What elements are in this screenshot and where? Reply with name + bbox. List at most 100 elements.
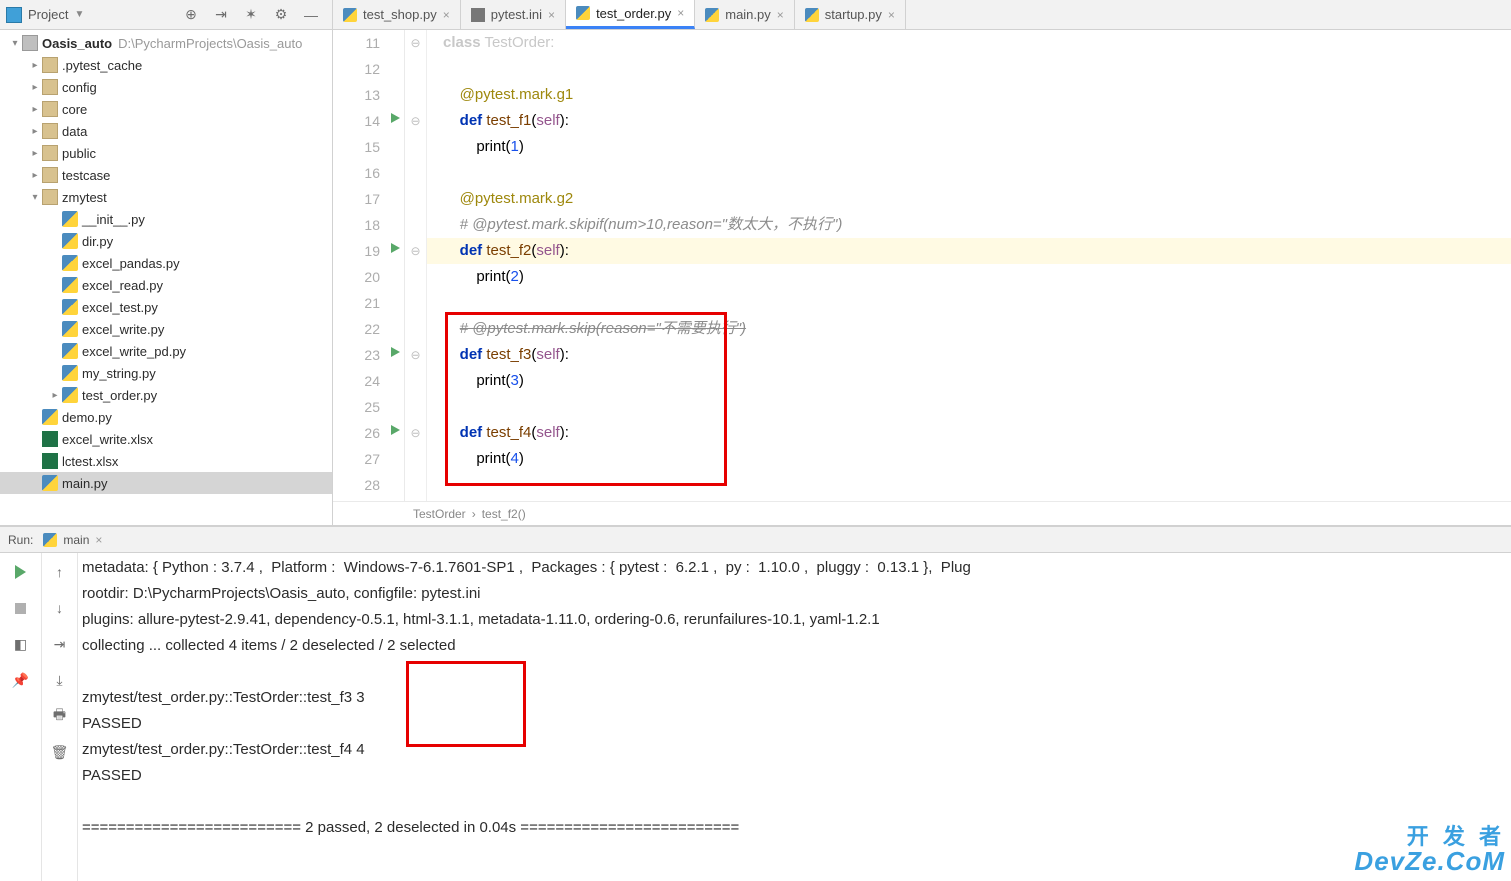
code-line[interactable] — [427, 394, 1511, 420]
tree-file[interactable]: demo.py — [0, 406, 332, 428]
chevron-icon[interactable]: ▸ — [28, 60, 42, 71]
chevron-icon[interactable]: ▸ — [28, 170, 42, 181]
close-icon[interactable]: × — [95, 533, 102, 547]
project-pane-label[interactable]: Project — [28, 7, 68, 22]
python-file-icon — [576, 6, 590, 20]
code-line[interactable]: print(2) — [427, 264, 1511, 290]
code-editor[interactable]: 111213141516171819202122232425262728 ⊖⊖⊖… — [333, 30, 1511, 501]
print-icon[interactable]: 🖶 — [51, 707, 69, 725]
tree-file[interactable]: lctest.xlsx — [0, 450, 332, 472]
down-icon[interactable]: ↓ — [51, 599, 69, 617]
tree-file[interactable]: dir.py — [0, 230, 332, 252]
project-tree[interactable]: ▾Oasis_autoD:\PycharmProjects\Oasis_auto… — [0, 30, 332, 525]
tree-file[interactable]: excel_write.py — [0, 318, 332, 340]
tree-file[interactable]: __init__.py — [0, 208, 332, 230]
close-icon[interactable]: × — [548, 8, 555, 22]
code-line[interactable]: class TestOrder: — [427, 30, 1511, 56]
trash-icon[interactable]: 🗑 — [51, 743, 69, 761]
code-line[interactable]: def test_f4(self): — [427, 420, 1511, 446]
tree-folder-zmytest[interactable]: ▾zmytest — [0, 186, 332, 208]
collapse-icon[interactable]: ✶ — [242, 6, 260, 24]
code-line[interactable]: print(3) — [427, 368, 1511, 394]
code-line[interactable]: def test_f3(self): — [427, 342, 1511, 368]
project-pane-icon — [6, 7, 22, 23]
code-line[interactable]: # @pytest.mark.skip(reason="不需要执行") — [427, 316, 1511, 342]
tree-folder[interactable]: ▸data — [0, 120, 332, 142]
up-icon[interactable]: ↑ — [51, 563, 69, 581]
pin-icon[interactable]: 📌 — [12, 671, 30, 689]
rerun-icon[interactable] — [12, 563, 30, 581]
expand-icon[interactable]: ⇥ — [212, 6, 230, 24]
tree-file[interactable]: excel_test.py — [0, 296, 332, 318]
code-line[interactable]: print(1) — [427, 134, 1511, 160]
chevron-icon[interactable]: ▸ — [28, 82, 42, 93]
tree-folder[interactable]: ▸core — [0, 98, 332, 120]
console-line: metadata: { Python : 3.7.4 , Platform : … — [82, 555, 1511, 581]
chevron-icon[interactable]: ▸ — [28, 126, 42, 137]
run-gutter-icon[interactable] — [391, 243, 400, 253]
code-line[interactable] — [427, 56, 1511, 82]
python-file-icon — [62, 299, 78, 315]
code-body[interactable]: class TestOrder: @pytest.mark.g1 def tes… — [427, 30, 1511, 501]
run-label: Run: — [8, 533, 33, 547]
tree-root[interactable]: ▾Oasis_autoD:\PycharmProjects\Oasis_auto — [0, 32, 332, 54]
python-file-icon — [62, 277, 78, 293]
code-line[interactable]: print(4) — [427, 446, 1511, 472]
code-line[interactable]: def test_f1(self): — [427, 108, 1511, 134]
scroll-to-end-icon[interactable]: ⤓ — [51, 671, 69, 689]
tree-file[interactable]: excel_pandas.py — [0, 252, 332, 274]
locate-icon[interactable]: ⊕ — [182, 6, 200, 24]
close-icon[interactable]: × — [888, 8, 895, 22]
code-line[interactable]: @pytest.mark.g2 — [427, 186, 1511, 212]
chevron-down-icon[interactable]: ▼ — [74, 9, 84, 20]
stop-icon[interactable] — [12, 599, 30, 617]
tab-test_order-py[interactable]: test_order.py × — [566, 0, 695, 29]
chevron-icon[interactable]: ▾ — [28, 192, 42, 203]
run-config-name[interactable]: main — [63, 533, 89, 547]
tab-pytest-ini[interactable]: pytest.ini× — [461, 0, 566, 29]
close-icon[interactable]: × — [677, 6, 684, 20]
chevron-icon[interactable]: ▾ — [8, 38, 22, 49]
code-line[interactable] — [427, 472, 1511, 498]
tab-test_shop-py[interactable]: test_shop.py× — [333, 0, 461, 29]
run-gutter-icon[interactable] — [391, 113, 400, 123]
line-gutter: 111213141516171819202122232425262728 — [333, 30, 405, 501]
hide-icon[interactable]: — — [302, 6, 320, 24]
code-line[interactable]: @pytest.mark.g1 — [427, 82, 1511, 108]
tree-folder[interactable]: ▸testcase — [0, 164, 332, 186]
tree-file[interactable]: excel_write_pd.py — [0, 340, 332, 362]
run-tool-window: Run: main × ◧ 📌 ↑ ↓ ⇥ ⤓ 🖶 🗑 — [0, 526, 1511, 881]
layout-icon[interactable]: ◧ — [12, 635, 30, 653]
code-line[interactable]: # @pytest.mark.skipif(num>10,reason="数太大… — [427, 212, 1511, 238]
breadcrumb-class[interactable]: TestOrder — [413, 507, 466, 521]
code-line[interactable] — [427, 160, 1511, 186]
console-output[interactable]: 开 发 者 DevZe.CoM metadata: { Python : 3.7… — [78, 553, 1511, 881]
run-gutter-icon[interactable] — [391, 425, 400, 435]
breadcrumb[interactable]: TestOrder › test_f2() — [333, 501, 1511, 525]
chevron-icon[interactable]: ▸ — [28, 148, 42, 159]
tree-file[interactable]: excel_write.xlsx — [0, 428, 332, 450]
tree-folder[interactable]: ▸.pytest_cache — [0, 54, 332, 76]
tree-file[interactable]: ▸test_order.py — [0, 384, 332, 406]
folder-icon — [42, 145, 58, 161]
tree-folder[interactable]: ▸config — [0, 76, 332, 98]
soft-wrap-icon[interactable]: ⇥ — [51, 635, 69, 653]
tree-file[interactable]: my_string.py — [0, 362, 332, 384]
close-icon[interactable]: × — [777, 8, 784, 22]
tab-label: test_order.py — [596, 6, 671, 21]
tree-file[interactable]: excel_read.py — [0, 274, 332, 296]
tree-file[interactable]: main.py — [0, 472, 332, 494]
close-icon[interactable]: × — [443, 8, 450, 22]
code-line[interactable]: def test_f2(self): — [427, 238, 1511, 264]
breadcrumb-fn[interactable]: test_f2() — [482, 507, 526, 521]
gear-icon[interactable]: ⚙ — [272, 6, 290, 24]
code-line[interactable] — [427, 290, 1511, 316]
run-gutter-icon[interactable] — [391, 347, 400, 357]
chevron-icon[interactable]: ▸ — [48, 390, 62, 401]
editor-area: test_shop.py×pytest.ini×test_order.py×ma… — [333, 0, 1511, 525]
tree-folder[interactable]: ▸public — [0, 142, 332, 164]
python-file-icon — [62, 343, 78, 359]
chevron-icon[interactable]: ▸ — [28, 104, 42, 115]
tab-startup-py[interactable]: startup.py× — [795, 0, 906, 29]
tab-main-py[interactable]: main.py× — [695, 0, 795, 29]
